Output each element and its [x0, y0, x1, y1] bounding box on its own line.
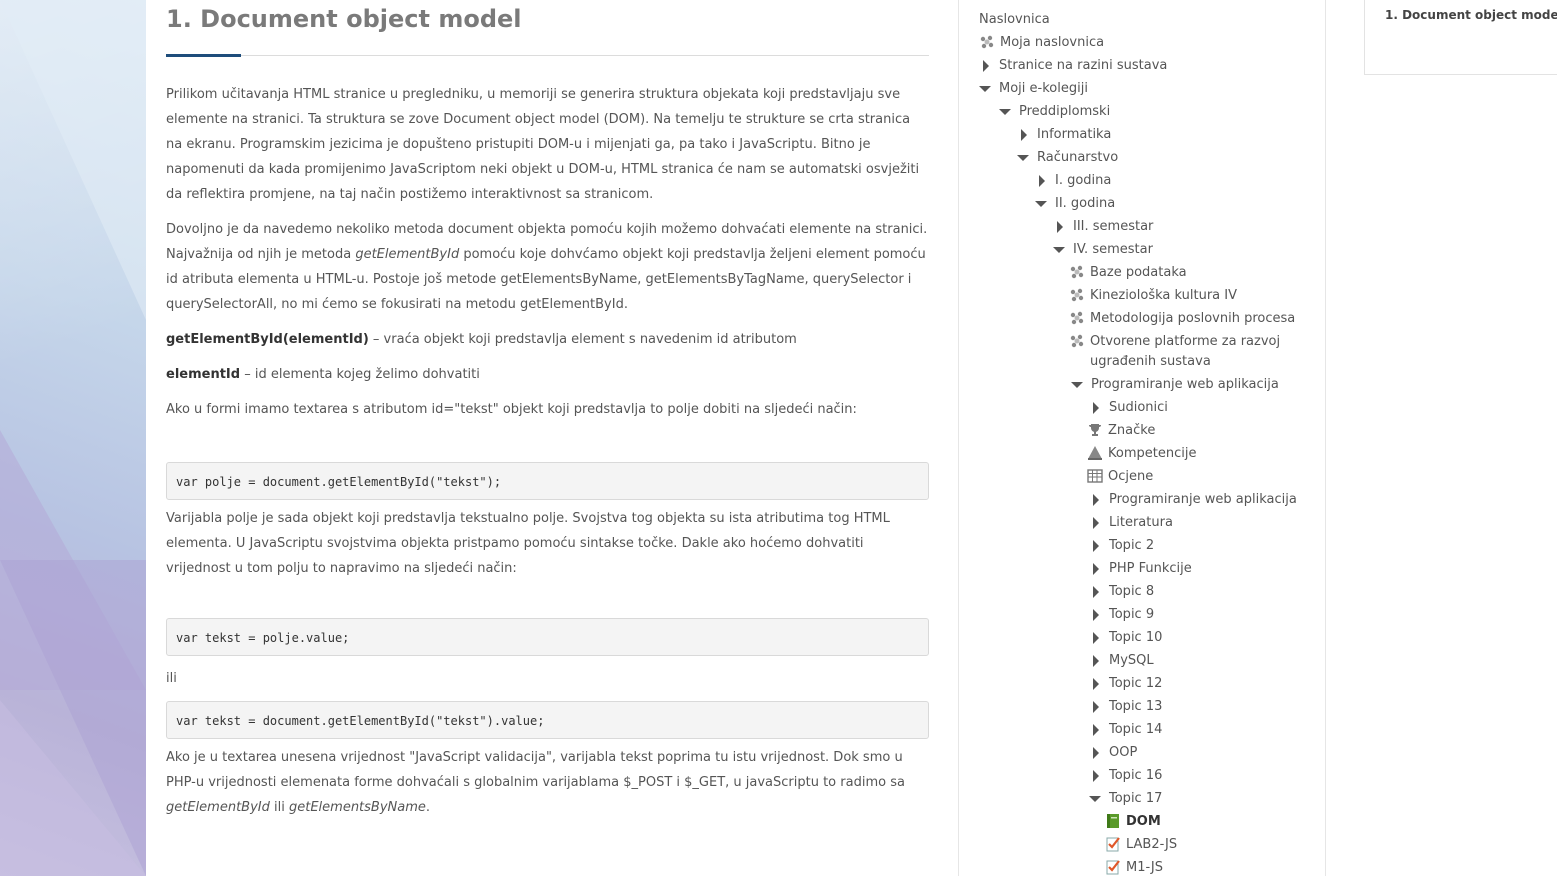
nav-item-topic-10[interactable]: Topic 10 [1089, 626, 1162, 649]
nav-item-kompetencije[interactable]: Kompetencije [1087, 442, 1196, 465]
paragraph-methods: Dovoljno je da navedemo nekoliko metoda … [166, 222, 928, 312]
title-accent-bar [166, 54, 241, 57]
nav-item-informatika[interactable]: Informatika [1017, 123, 1111, 146]
code-block-1: var polje = document.getElementById("tek… [166, 462, 929, 500]
caret-right-icon [1093, 608, 1099, 621]
paragraph-textarea-example: Ako u formi imamo textarea s atributom i… [166, 402, 857, 417]
nav-item-ocjene[interactable]: Ocjene [1087, 465, 1153, 488]
nav-item-topic-12[interactable]: Topic 12 [1089, 672, 1162, 695]
caret-right-icon [1093, 723, 1099, 736]
paragraph-ili: ili [166, 671, 177, 686]
caret-right-icon [1093, 401, 1099, 414]
caret-right-icon [1057, 220, 1063, 233]
caret-down-icon [1017, 154, 1029, 161]
competency-icon [1087, 445, 1103, 461]
caret-right-icon [1093, 700, 1099, 713]
book-icon [1105, 813, 1121, 829]
caret-right-icon [983, 59, 989, 72]
course-icon [1069, 264, 1085, 280]
lesson-body: Prilikom učitavanja HTML stranice u preg… [166, 82, 929, 830]
nav-item-topic-14[interactable]: Topic 14 [1089, 718, 1162, 741]
nav-item-topic-2[interactable]: Topic 2 [1089, 534, 1154, 557]
assignment-icon [1105, 859, 1121, 875]
nav-item-topic-9[interactable]: Topic 9 [1089, 603, 1154, 626]
background-left [0, 0, 146, 876]
caret-down-icon [979, 85, 991, 92]
paragraph-elementid: elementId – id elementa kojeg želimo doh… [166, 367, 480, 382]
title-divider [166, 55, 929, 56]
nav-item-sudionici[interactable]: Sudionici [1089, 396, 1168, 419]
caret-down-icon [1071, 381, 1083, 388]
nav-item-racunarstvo[interactable]: Računarstvo [1017, 146, 1118, 169]
nav-item-ii-godina[interactable]: II. godina [1035, 192, 1115, 215]
toc-item-dom[interactable]: 1. Document object model [1385, 8, 1557, 22]
nav-item-topic-13[interactable]: Topic 13 [1089, 695, 1162, 718]
caret-right-icon [1093, 746, 1099, 759]
navigation-block: Naslovnica Moja naslovnica Stranice na r… [959, 0, 1325, 876]
nav-item-naslovnica[interactable]: Naslovnica [979, 8, 1050, 31]
caret-down-icon [999, 108, 1011, 115]
code-block-2: var tekst = polje.value; [166, 618, 929, 656]
right-column [1326, 0, 1557, 876]
nav-item-otvorene-platforme-cont[interactable]: ugrađenih sustava [1090, 350, 1211, 373]
caret-right-icon [1093, 516, 1099, 529]
caret-right-icon [1093, 631, 1099, 644]
nav-item-topic-8[interactable]: Topic 8 [1089, 580, 1154, 603]
page-title: 1. Document object model [166, 5, 522, 33]
dashboard-icon [979, 34, 995, 50]
nav-item-topic-17[interactable]: Topic 17 [1089, 787, 1162, 810]
course-icon [1069, 310, 1085, 326]
nav-item-metodologija[interactable]: Metodologija poslovnih procesa [1069, 307, 1295, 330]
code-block-3: var tekst = document.getElementById("tek… [166, 701, 929, 739]
paragraph-getelementbyid: getElementById(elementId) – vraća objekt… [166, 332, 797, 347]
course-icon [1069, 333, 1085, 349]
nav-item-dom-active[interactable]: DOM [1105, 810, 1161, 833]
nav-item-topic-16[interactable]: Topic 16 [1089, 764, 1162, 787]
trophy-icon [1087, 422, 1103, 438]
paragraph-variable: Varijabla polje je sada objekt koji pred… [166, 511, 890, 576]
nav-item-lab2-js[interactable]: LAB2-JS [1105, 833, 1177, 856]
nav-item-moji-ekolegiji[interactable]: Moji e-kolegiji [979, 77, 1088, 100]
caret-down-icon [1035, 200, 1047, 207]
caret-right-icon [1093, 677, 1099, 690]
nav-item-section-programiranje[interactable]: Programiranje web aplikacija [1089, 488, 1297, 511]
caret-right-icon [1093, 585, 1099, 598]
caret-right-icon [1021, 128, 1027, 141]
nav-item-php-funkcije[interactable]: PHP Funkcije [1089, 557, 1192, 580]
nav-item-znacke[interactable]: Značke [1087, 419, 1155, 442]
main-content: 1. Document object model Prilikom učitav… [146, 0, 958, 876]
nav-item-kinezioloska[interactable]: Kineziološka kultura IV [1069, 284, 1237, 307]
caret-down-icon [1053, 246, 1065, 253]
grades-icon [1087, 468, 1103, 484]
nav-item-literatura[interactable]: Literatura [1089, 511, 1173, 534]
nav-item-mysql[interactable]: MySQL [1089, 649, 1154, 672]
paragraph-conclusion: Ako je u textarea unesena vrijednost "Ja… [166, 750, 905, 815]
assignment-icon [1105, 836, 1121, 852]
caret-right-icon [1039, 174, 1045, 187]
course-icon [1069, 287, 1085, 303]
caret-right-icon [1093, 562, 1099, 575]
caret-right-icon [1093, 769, 1099, 782]
nav-item-i-godina[interactable]: I. godina [1035, 169, 1111, 192]
caret-right-icon [1093, 493, 1099, 506]
nav-item-baze-podataka[interactable]: Baze podataka [1069, 261, 1187, 284]
caret-right-icon [1093, 654, 1099, 667]
caret-right-icon [1093, 539, 1099, 552]
nav-item-stranice-sustava[interactable]: Stranice na razini sustava [979, 54, 1167, 77]
nav-item-iii-semestar[interactable]: III. semestar [1053, 215, 1153, 238]
nav-item-iv-semestar[interactable]: IV. semestar [1053, 238, 1153, 261]
nav-item-programiranje-web[interactable]: Programiranje web aplikacija [1071, 373, 1279, 396]
paragraph-dom-intro: Prilikom učitavanja HTML stranice u preg… [166, 87, 920, 202]
caret-down-icon [1089, 795, 1101, 802]
nav-item-oop[interactable]: OOP [1089, 741, 1137, 764]
nav-item-preddiplomski[interactable]: Preddiplomski [999, 100, 1110, 123]
toc-block: 1. Document object model [1364, 0, 1557, 75]
nav-item-moja-naslovnica[interactable]: Moja naslovnica [979, 31, 1104, 54]
